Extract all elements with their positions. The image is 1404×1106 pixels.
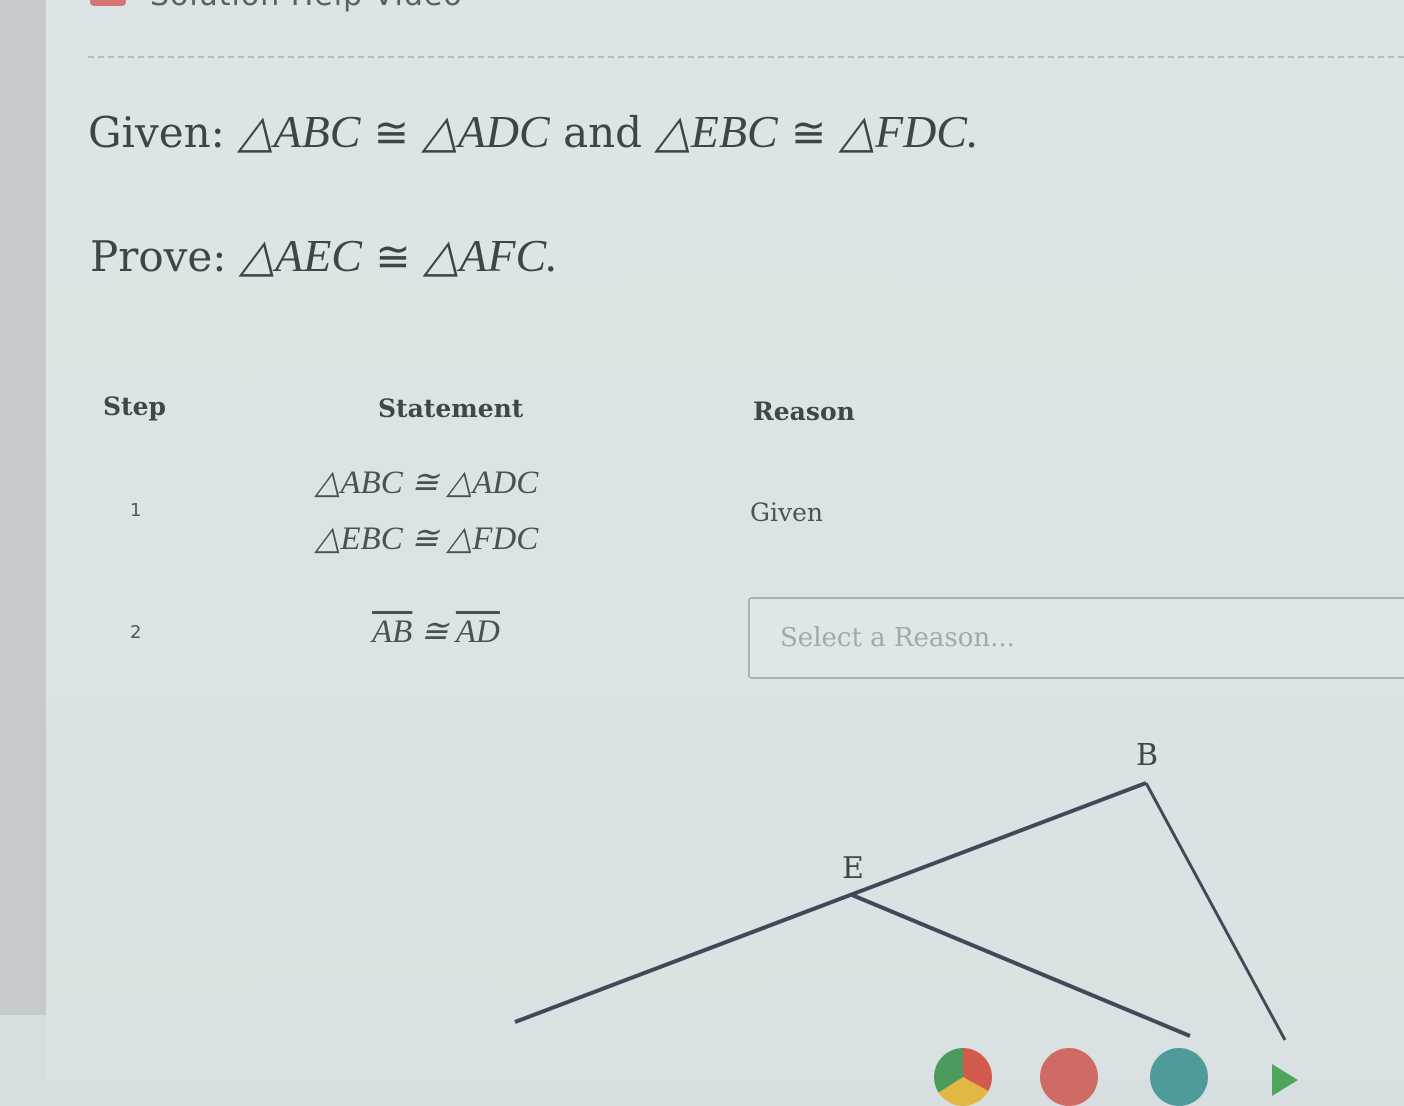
given-part: △FDC. xyxy=(839,106,979,157)
column-header-statement: Statement xyxy=(378,394,524,423)
point-label-b: B xyxy=(1136,738,1159,773)
reason-select-dropdown[interactable]: Select a Reason... xyxy=(748,597,1404,679)
app-icon[interactable] xyxy=(1040,1048,1098,1106)
reason-text: Given xyxy=(750,498,823,527)
column-header-step: Step xyxy=(103,392,166,421)
segment-ad: AD xyxy=(455,614,500,650)
segment-ab: AB xyxy=(372,614,413,650)
point-label-e: E xyxy=(842,851,864,886)
page-background xyxy=(46,0,1404,1080)
given-part: △ABC xyxy=(238,106,361,157)
section-divider xyxy=(88,56,1404,58)
given-label: Given: xyxy=(88,108,225,157)
given-part: △EBC xyxy=(655,106,778,157)
chrome-icon[interactable] xyxy=(934,1048,992,1106)
solution-help-video-link[interactable]: Solution Help Video xyxy=(150,0,463,13)
statement-text: AB ≅ AD xyxy=(372,611,500,651)
given-statement: Given: △ABC ≅ △ADC and △EBC ≅ △FDC. xyxy=(88,104,979,158)
step-number: 1 xyxy=(130,500,142,521)
given-part: ≅ xyxy=(373,108,409,157)
statement-text: △ABC ≅ △ADC xyxy=(315,465,539,501)
congruent-symbol: ≅ xyxy=(412,614,456,650)
prove-part: △AFC. xyxy=(423,230,558,281)
prove-part: △AEC xyxy=(239,230,362,281)
app-icon[interactable] xyxy=(1150,1048,1208,1106)
prove-part: ≅ xyxy=(375,232,411,281)
column-header-reason: Reason xyxy=(753,397,855,426)
step-number: 2 xyxy=(130,622,142,643)
prove-label: Prove: xyxy=(90,232,227,281)
given-part: and xyxy=(563,108,643,157)
given-part: ≅ xyxy=(791,108,827,157)
prove-statement: Prove: △AEC ≅ △AFC. xyxy=(90,228,558,282)
given-part: △ADC xyxy=(422,106,550,157)
statement-text: △EBC ≅ △FDC xyxy=(315,521,539,557)
video-badge-icon[interactable] xyxy=(90,0,126,6)
play-store-icon[interactable] xyxy=(1272,1064,1298,1096)
left-rail xyxy=(0,0,48,1015)
